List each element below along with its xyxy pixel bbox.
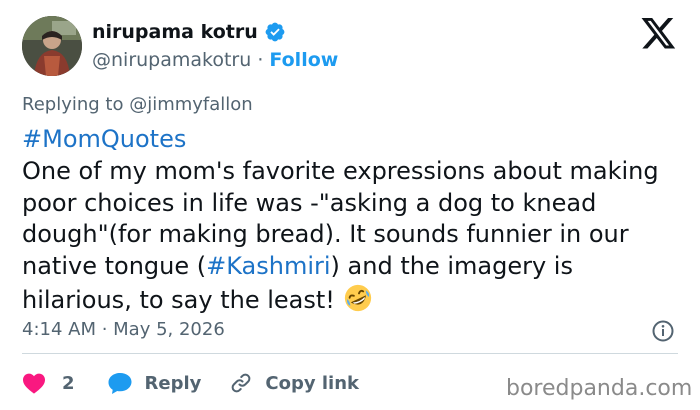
copy-link-label: Copy link [265,372,359,394]
x-logo-icon[interactable] [641,18,677,50]
avatar[interactable] [22,16,82,76]
heart-icon [23,373,45,394]
reply-label: Reply [144,372,202,394]
author-handle-row: @nirupamakotru · Follow [92,49,338,71]
follow-button[interactable]: Follow [269,49,338,71]
author-name[interactable]: nirupama kotru [92,21,258,43]
replying-to: Replying to @jimmyfallon [22,94,253,115]
reply-button[interactable]: Reply [107,371,202,395]
rofl-emoji-icon [344,284,371,312]
like-button[interactable] [22,372,46,394]
hashtag-momquotes[interactable]: #MomQuotes [22,125,186,153]
author-handle[interactable]: @nirupamakotru [92,49,251,71]
tweet-timestamp[interactable]: 4:14 AM · May 5, 2026 [22,319,225,340]
watermark: boredpanda.com [506,376,693,401]
like-count: 2 [62,372,75,394]
action-bar: 2 Reply Copy link [22,370,359,396]
reply-bubble-icon [108,373,132,394]
info-icon[interactable] [651,319,675,343]
handle-separator: · [251,49,270,71]
tweet-text: #MomQuotes One of my mom's favorite expr… [22,124,682,317]
verified-badge-icon [265,22,285,42]
copy-link-button[interactable]: Copy link [229,371,359,395]
link-icon [232,373,251,393]
divider [22,353,678,354]
hashtag-kashmiri[interactable]: #Kashmiri [206,252,330,280]
author-name-row: nirupama kotru [92,21,286,43]
